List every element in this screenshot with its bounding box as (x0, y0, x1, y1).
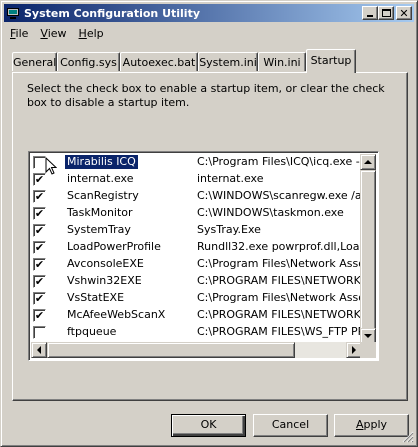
menu-help[interactable]: Help (73, 27, 110, 40)
scroll-down-icon (364, 334, 372, 338)
vertical-scrollbar[interactable] (360, 154, 376, 344)
startup-item-name: TaskMonitor (67, 206, 133, 219)
tab-system-ini[interactable]: System.ini (198, 52, 258, 71)
tab-startup[interactable]: Startup (306, 49, 356, 73)
scroll-right-icon (352, 346, 356, 354)
size-grip-icon[interactable] (402, 431, 414, 443)
menu-file[interactable]: File (4, 27, 34, 40)
scroll-up-icon (364, 160, 372, 164)
scroll-up-button[interactable] (360, 154, 376, 170)
startup-item-checkbox[interactable]: ✔ (33, 190, 46, 203)
startup-item-checkbox[interactable]: ✔ (33, 292, 46, 305)
maximize-button[interactable] (378, 6, 394, 20)
checkmark-icon: ✔ (34, 224, 45, 237)
startup-item-checkbox[interactable]: ✔ (33, 309, 46, 322)
checkmark-icon: ✔ (34, 275, 45, 288)
instruction-text: Select the check box to enable a startup… (27, 82, 385, 109)
startup-item-command: Rundll32.exe powrprof.dll,LoadCurren (197, 240, 362, 253)
startup-item-checkbox[interactable]: ✔ (33, 224, 46, 237)
startup-tab-panel: Select the check box to enable a startup… (12, 72, 408, 401)
startup-items-list[interactable]: Mirabilis ICQ C:\Program Files\ICQ\icq.ex… (28, 151, 379, 361)
startup-item-checkbox[interactable]: ✔ (33, 207, 46, 220)
startup-item-row[interactable]: ✔ internat.exe internat.exe (31, 171, 362, 188)
startup-item-command: C:\Program Files\ICQ\icq.exe -minimiz (197, 155, 362, 168)
startup-item-name: internat.exe (67, 172, 134, 185)
startup-item-command: internat.exe (197, 172, 264, 185)
startup-item-command: C:\Program Files\Network Associates (197, 257, 362, 270)
checkmark-icon: ✔ (34, 207, 45, 220)
startup-item-command: C:\PROGRAM FILES\WS_FTP PRO (197, 325, 362, 338)
startup-item-name: AvconsoleEXE (67, 257, 144, 270)
apply-button[interactable]: Apply (334, 414, 409, 437)
startup-item-row[interactable]: ✔ Vshwin32EXE C:\PROGRAM FILES\NETWORK AS (31, 273, 362, 290)
cursor-icon (45, 157, 57, 175)
startup-item-name: SystemTray (67, 223, 131, 236)
startup-item-name: ScanRegistry (67, 189, 139, 202)
startup-item-command: C:\Program Files\Network Associates (197, 291, 362, 304)
startup-item-checkbox[interactable]: ✔ (33, 258, 46, 271)
menu-bar: File View Help (4, 24, 110, 42)
startup-item-name: Mirabilis ICQ (64, 154, 139, 170)
system-configuration-window: System Configuration Utility ✕ File View… (0, 0, 418, 447)
close-button[interactable]: ✕ (396, 6, 412, 20)
startup-items-rows: Mirabilis ICQ C:\Program Files\ICQ\icq.ex… (31, 154, 362, 346)
window-title: System Configuration Utility (24, 6, 200, 20)
minimize-icon (367, 15, 373, 17)
startup-item-name: Vshwin32EXE (67, 274, 142, 287)
startup-item-name: McAfeeWebScanX (67, 308, 166, 321)
startup-item-name: LoadPowerProfile (67, 240, 161, 253)
checkmark-icon: ✔ (34, 190, 45, 203)
checkmark-icon: ✔ (34, 309, 45, 322)
checkmark-icon: ✔ (34, 258, 45, 271)
tab-general[interactable]: General (12, 52, 57, 71)
startup-item-checkbox[interactable]: ✔ (33, 275, 46, 288)
startup-item-checkbox[interactable]: ✔ (33, 241, 46, 254)
startup-item-row[interactable]: ✔ ScanRegistry C:\WINDOWS\scanregw.exe /au… (31, 188, 362, 205)
title-bar[interactable]: System Configuration Utility ✕ (4, 4, 414, 22)
startup-item-row[interactable]: Mirabilis ICQ C:\Program Files\ICQ\icq.ex… (31, 154, 362, 171)
startup-item-name: VsStatEXE (67, 291, 125, 304)
checkmark-icon: ✔ (34, 292, 45, 305)
startup-item-row[interactable]: ✔ AvconsoleEXE C:\Program Files\Network As… (31, 256, 362, 273)
startup-item-command: SysTray.Exe (197, 223, 261, 236)
startup-item-command: C:\WINDOWS\taskmon.exe (197, 206, 344, 219)
startup-item-name: ftpqueue (67, 325, 117, 338)
ok-button[interactable]: OK (171, 414, 246, 437)
startup-item-command: C:\WINDOWS\scanregw.exe /autoru (197, 189, 362, 202)
close-icon: ✕ (399, 6, 409, 20)
menu-view[interactable]: View (34, 27, 72, 40)
minimize-button[interactable] (362, 6, 378, 20)
cancel-button[interactable]: Cancel (253, 414, 328, 437)
tab-autoexec-bat[interactable]: Autoexec.bat (120, 52, 198, 71)
startup-item-row[interactable]: ✔ McAfeeWebScanX C:\PROGRAM FILES\NETWORK … (31, 307, 362, 324)
startup-item-checkbox[interactable] (33, 326, 46, 339)
checkmark-icon: ✔ (34, 173, 45, 186)
scrollbar-corner (360, 342, 376, 358)
maximize-icon (381, 9, 391, 17)
startup-item-row[interactable]: ✔ LoadPowerProfile Rundll32.exe powrprof.d… (31, 239, 362, 256)
tab-config-sys[interactable]: Config.sys (57, 52, 120, 71)
checkmark-icon: ✔ (34, 241, 45, 254)
startup-item-row[interactable]: ✔ VsStatEXE C:\Program Files\Network Assoc… (31, 290, 362, 307)
app-icon[interactable] (6, 6, 20, 20)
vertical-scroll-thumb[interactable] (360, 170, 376, 330)
startup-item-row[interactable]: ftpqueue C:\PROGRAM FILES\WS_FTP PRO (31, 324, 362, 341)
scroll-left-button[interactable] (31, 342, 47, 358)
scroll-left-icon (37, 346, 41, 354)
tab-win-ini[interactable]: Win.ini (258, 52, 306, 71)
startup-item-row[interactable]: ✔ SystemTray SysTray.Exe (31, 222, 362, 239)
startup-item-command: C:\PROGRAM FILES\NETWORK AS (197, 274, 362, 287)
horizontal-scrollbar[interactable] (31, 342, 362, 358)
startup-item-row[interactable]: ✔ TaskMonitor C:\WINDOWS\taskmon.exe (31, 205, 362, 222)
horizontal-scroll-thumb[interactable] (47, 342, 295, 358)
startup-item-command: C:\PROGRAM FILES\NETWORK AS (197, 308, 362, 321)
